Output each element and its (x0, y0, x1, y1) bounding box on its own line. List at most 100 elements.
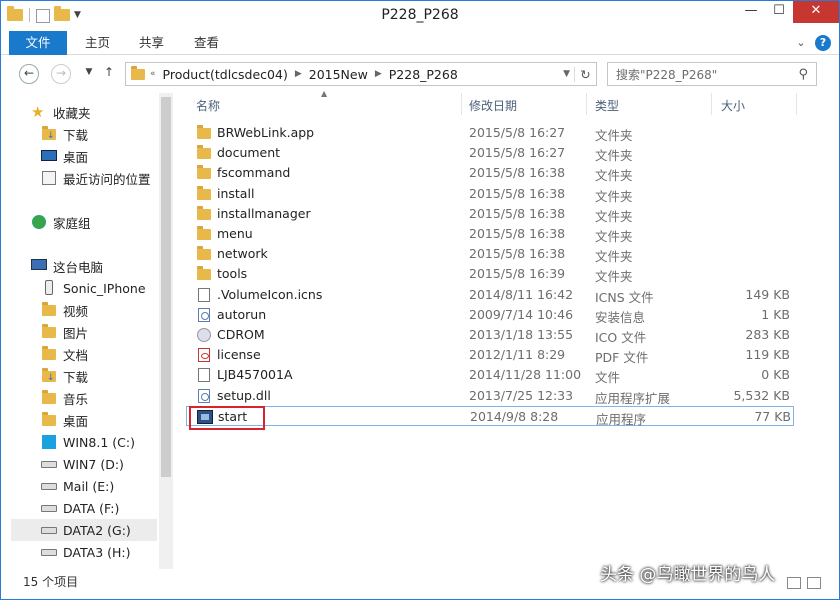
table-row[interactable]: LJB457001A 2014/11/28 11:00 文件 0 KB (186, 365, 794, 385)
nav-scrollbar[interactable] (159, 93, 173, 569)
table-row[interactable]: install 2015/5/8 16:38 文件夹 (186, 184, 794, 204)
recent-places-icon (41, 170, 57, 186)
column-header-type[interactable]: 类型 (595, 97, 619, 114)
navigation-bar: ← → ▼ ↑ « Product(tdlcsdec04) ▶ 2015New … (1, 55, 839, 91)
chevron-right-icon[interactable]: ▶ (371, 69, 386, 79)
nav-favorites[interactable]: ★ 收藏夹 (31, 101, 91, 123)
nav-pc-downloads[interactable]: 下载 (41, 365, 88, 387)
file-size: 0 KB (761, 367, 790, 383)
star-icon: ★ (31, 103, 45, 121)
column-header-name[interactable]: 名称 (196, 97, 220, 114)
drive-icon (41, 478, 57, 494)
forward-button[interactable]: → (51, 64, 71, 84)
large-icons-view-icon[interactable] (807, 577, 821, 589)
breadcrumb-current[interactable]: P228_P268 (386, 67, 461, 82)
nav-thispc[interactable]: 这台电脑 (31, 255, 103, 277)
column-divider[interactable] (461, 93, 462, 115)
column-header-size[interactable]: 大小 (721, 97, 745, 114)
nav-label: 文档 (63, 347, 89, 363)
folder-icon (130, 66, 146, 82)
setup-info-icon (196, 307, 212, 323)
homegroup-icon (31, 214, 47, 230)
nav-label: WIN8.1 (C:) (63, 434, 135, 450)
desktop-icon (41, 148, 57, 164)
table-row[interactable]: .VolumeIcon.icns 2014/8/11 16:42 ICNS 文件 14… (186, 285, 794, 305)
back-button[interactable]: ← (19, 64, 39, 84)
nav-label: 图片 (63, 325, 89, 341)
file-type: 文件夹 (595, 188, 633, 204)
column-divider[interactable] (796, 93, 797, 115)
tab-view[interactable]: 查看 (180, 31, 233, 55)
table-row[interactable]: installmanager 2015/5/8 16:38 文件夹 (186, 204, 794, 224)
table-row[interactable]: license 2012/1/11 8:29 PDF 文件 119 KB (186, 345, 794, 365)
nav-pc-pictures[interactable]: 图片 (41, 321, 88, 343)
nav-pc-drive-e[interactable]: Mail (E:) (41, 475, 114, 497)
tab-file[interactable]: 文件 (9, 31, 67, 55)
table-row[interactable]: fscommand 2015/5/8 16:38 文件夹 (186, 163, 794, 183)
file-type: 文件夹 (595, 229, 633, 244)
file-date: 2013/7/25 12:33 (469, 387, 574, 403)
nav-pc-iphone[interactable]: Sonic_IPhone (41, 277, 146, 299)
nav-pc-drive-h[interactable]: DATA3 (H:) (41, 541, 131, 563)
table-row[interactable]: autorun 2009/7/14 10:46 安装信息 1 KB (186, 305, 794, 325)
nav-pc-videos[interactable]: 视频 (41, 299, 88, 321)
file-date: 2014/8/11 16:42 (469, 286, 574, 302)
recent-locations-button[interactable]: ▼ (79, 64, 99, 84)
tab-share[interactable]: 共享 (125, 31, 178, 55)
help-icon[interactable]: ? (815, 35, 831, 51)
nav-pc-desktop[interactable]: 桌面 (41, 409, 88, 431)
file-date: 2009/7/14 10:46 (469, 306, 574, 322)
table-row[interactable]: start 2014/9/8 8:28 应用程序 77 KB (186, 405, 794, 427)
breadcrumb-product[interactable]: Product(tdlcsdec04) (160, 67, 291, 82)
nav-pc-drive-g[interactable]: DATA2 (G:) (11, 519, 157, 541)
nav-pc-drive-c[interactable]: WIN8.1 (C:) (41, 431, 135, 453)
column-divider[interactable] (711, 93, 712, 115)
address-dropdown-icon[interactable]: ▼ (559, 69, 574, 79)
videos-folder-icon (41, 302, 57, 318)
table-row[interactable]: BRWebLink.app 2015/5/8 16:27 文件夹 (186, 123, 794, 143)
file-list: ▲ 名称 修改日期 类型 大小 BRWebLink.app 2015/5/8 16… (186, 89, 826, 573)
folder-icon (196, 165, 212, 181)
search-input[interactable]: 搜索"P228_P268" (616, 66, 717, 83)
nav-fav-downloads[interactable]: 下载 (41, 123, 88, 145)
close-button[interactable]: ✕ (793, 1, 839, 23)
table-row[interactable]: tools 2015/5/8 16:39 文件夹 (186, 264, 794, 284)
minimize-button[interactable]: — (737, 1, 765, 23)
column-divider[interactable] (586, 93, 587, 115)
column-header-date[interactable]: 修改日期 (469, 97, 517, 114)
details-view-icon[interactable] (787, 577, 801, 589)
tab-home[interactable]: 主页 (71, 31, 124, 55)
ribbon-tabs: 文件 主页 共享 查看 ⌄ ? (1, 31, 839, 55)
documents-folder-icon (41, 346, 57, 362)
nav-fav-recent[interactable]: 最近访问的位置 (41, 167, 151, 189)
nav-homegroup[interactable]: 家庭组 (31, 211, 91, 233)
file-date: 2015/5/8 16:38 (469, 205, 566, 221)
folder-icon (196, 205, 212, 222)
chevron-right-icon[interactable]: ▶ (291, 69, 306, 79)
table-row[interactable]: setup.dll 2013/7/25 12:33 应用程序扩展 5,532 KB (186, 386, 794, 406)
up-button[interactable]: ↑ (99, 64, 119, 84)
file-date: 2014/9/8 8:28 (470, 408, 559, 424)
file-type: ICO 文件 (595, 330, 647, 345)
scrollbar-thumb[interactable] (161, 97, 171, 477)
address-bar[interactable]: « Product(tdlcsdec04) ▶ 2015New ▶ P228_P… (125, 62, 597, 86)
search-icon[interactable]: ⚲ (798, 67, 808, 82)
refresh-icon[interactable]: ↻ (574, 66, 596, 82)
nav-pc-drive-d[interactable]: WIN7 (D:) (41, 453, 124, 475)
nav-pc-music[interactable]: 音乐 (41, 387, 88, 409)
maximize-button[interactable]: ☐ (765, 1, 793, 23)
expand-ribbon-icon[interactable]: ⌄ (793, 35, 809, 51)
table-row[interactable]: menu 2015/5/8 16:38 文件夹 (186, 224, 794, 244)
breadcrumb-overflow[interactable]: « (146, 69, 160, 79)
search-box[interactable]: 搜索"P228_P268" ⚲ (607, 62, 817, 86)
explorer-window: ▼ P228_P268 — ☐ ✕ 文件 主页 共享 查看 ⌄ ? ← → ▼ … (0, 0, 840, 600)
nav-pc-documents[interactable]: 文档 (41, 343, 88, 365)
breadcrumb-2015new[interactable]: 2015New (306, 67, 371, 82)
nav-fav-desktop[interactable]: 桌面 (41, 145, 88, 167)
nav-pc-drive-f[interactable]: DATA (F:) (41, 497, 119, 519)
file-name: menu (217, 226, 253, 241)
table-row[interactable]: network 2015/5/8 16:38 文件夹 (186, 244, 794, 264)
table-row[interactable]: CDROM 2013/1/18 13:55 ICO 文件 283 KB (186, 325, 794, 345)
table-row[interactable]: document 2015/5/8 16:27 文件夹 (186, 143, 794, 163)
folder-icon (196, 185, 212, 202)
